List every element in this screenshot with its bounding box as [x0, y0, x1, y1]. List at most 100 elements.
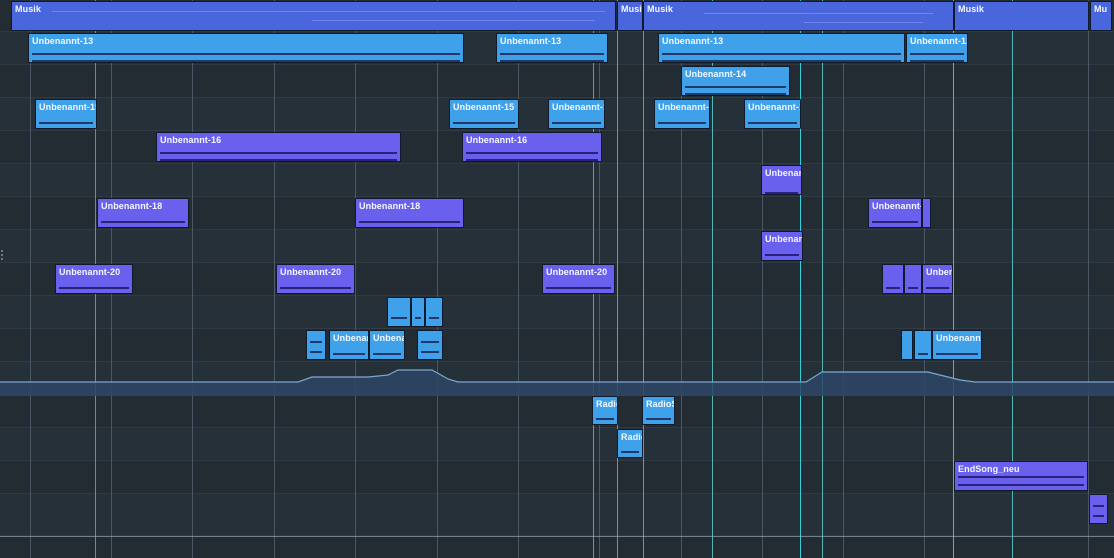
clip-unbenannt-16[interactable]: Unbenannt-16 [462, 132, 602, 162]
clip-label: Mu [1094, 4, 1108, 14]
marker-line-cyan [822, 0, 823, 558]
grid-line [355, 0, 356, 558]
clip-label: Unbenannt- [936, 333, 982, 343]
clip-track-22[interactable]: Unbenan [329, 330, 369, 360]
panel-resize-handle[interactable] [0, 248, 4, 268]
track-lane-14[interactable] [0, 65, 1114, 98]
clip-unbenannt-15[interactable]: Unbenannt-15 [449, 99, 519, 129]
grid-line [274, 0, 275, 558]
clip-unbenannt-15[interactable]: Unbenannt-15 [654, 99, 710, 129]
clip-label: Unbenannt-16 [160, 135, 222, 145]
clip-musik[interactable]: Musik [11, 1, 616, 31]
track-lane-21[interactable] [0, 296, 1114, 329]
clip-musik[interactable]: Mu [1090, 1, 1112, 31]
clip-label: Unbenannt-15 [658, 102, 709, 112]
clip-last[interactable] [1089, 494, 1108, 524]
clip-label: EndSong_neu [958, 464, 1020, 474]
grid-line [30, 0, 31, 558]
clip-musik[interactable]: Musik [954, 1, 1089, 31]
track-lane-radio-b[interactable] [0, 428, 1114, 461]
track-lane-17[interactable] [0, 164, 1114, 197]
clip-track-21[interactable] [425, 297, 443, 327]
clip-track-22[interactable] [417, 330, 443, 360]
clip-track-22[interactable]: Unbenar [369, 330, 405, 360]
clip-unbenannt-13[interactable]: Unbenannt-13 [496, 33, 608, 63]
clip-track-22[interactable] [306, 330, 326, 360]
clip-label: Unbenannt-15 [552, 102, 604, 112]
track-lane-last[interactable] [0, 494, 1114, 536]
clip-label: Unbenannt-15 [748, 102, 800, 112]
clip-unbenannt-20[interactable] [904, 264, 922, 294]
clip-unbenannt-14[interactable]: Unbenannt-14 [681, 66, 790, 96]
clip-track-21[interactable] [387, 297, 411, 327]
clip-unbenannt-17[interactable]: Unbenann [761, 165, 802, 195]
clip-label: Unbenar [373, 333, 404, 343]
marker-line-orange [643, 0, 644, 558]
clip-unbenannt-13[interactable]: Unbenannt-13 [658, 33, 905, 63]
clip-label: Radio [621, 432, 642, 442]
clip-track-22[interactable]: Unbenannt- [932, 330, 982, 360]
clip-unbenannt-15[interactable]: Unbenannt-15 [548, 99, 605, 129]
clip-label: Musik [15, 4, 42, 14]
clip-unbenannt-19[interactable]: Unbenann [761, 231, 803, 261]
marker-line-cyan [800, 0, 801, 558]
clip-unbenannt-13[interactable]: Unbenannt-13 [906, 33, 968, 63]
clip-label: Unbenann [765, 234, 802, 244]
clip-label: Unbenannt-15 [39, 102, 97, 112]
clip-label: Radio [596, 399, 617, 409]
clip-label: Unbenannt-20 [59, 267, 121, 277]
clip-unbenannt-18[interactable]: Unbenannt-18 [97, 198, 189, 228]
clip-track-22[interactable] [914, 330, 932, 360]
clip-label: Unbenannt-16 [466, 135, 528, 145]
clip-unbenannt-20[interactable]: Unbenannt-20 [276, 264, 355, 294]
clip-label: Unbenannt-18 [101, 201, 163, 211]
track-lane-19[interactable] [0, 230, 1114, 263]
clip-label: Unbenannt-18 [359, 201, 421, 211]
clip-endsong[interactable]: EndSong_neu [954, 461, 1088, 491]
bottom-divider [0, 536, 1114, 537]
clip-label: Unbenannt-18 [872, 201, 921, 211]
clip-label: Musik [647, 4, 674, 14]
grid-line [843, 0, 844, 558]
clip-unbenannt-20[interactable]: Unbenannt-20 [542, 264, 615, 294]
grid-line [192, 0, 193, 558]
clip-label: Unbenannt-13 [910, 36, 968, 46]
clip-unbenannt-15[interactable]: Unbenannt-15 [744, 99, 801, 129]
clip-label: Unbenannt-13 [662, 36, 724, 46]
clip-label: RadioS [646, 399, 675, 409]
clip-unbenannt-18[interactable]: Unbenannt-18 [868, 198, 922, 228]
clip-label: Unbenannt-20 [546, 267, 608, 277]
clip-label: Unbenannt-13 [500, 36, 562, 46]
arrangement-window: Musik Musik Musik Musik Mu Unbenannt-13 … [0, 0, 1114, 558]
clip-label: Unbenan [333, 333, 369, 343]
clip-radio[interactable]: RadioS [642, 396, 675, 425]
clip-unbenannt-13[interactable]: Unbenannt-13 [28, 33, 464, 63]
grid-line [518, 0, 519, 558]
clip-unbenannt-20[interactable]: Unbenannt-20 [55, 264, 133, 294]
automation-curve[interactable] [0, 364, 1114, 396]
clip-track-22[interactable] [901, 330, 913, 360]
clip-label: Unbena [926, 267, 952, 277]
clip-unbenannt-18[interactable]: Unbenannt-18 [355, 198, 464, 228]
clip-unbenannt-16[interactable]: Unbenannt-16 [156, 132, 401, 162]
clip-label: Unbenann [765, 168, 801, 178]
clip-radio[interactable]: Radio [617, 429, 643, 458]
clip-label: Musik [958, 4, 985, 14]
clip-label: Musik [621, 4, 642, 14]
clip-unbenannt-18[interactable] [922, 198, 931, 228]
clip-label: Unbenannt-20 [280, 267, 342, 277]
grid-line [1088, 0, 1089, 558]
clip-label: Unbenannt-13 [32, 36, 94, 46]
clip-musik[interactable]: Musik [643, 1, 954, 31]
clip-unbenannt-20[interactable]: Unbena [922, 264, 953, 294]
clip-musik[interactable]: Musik [617, 1, 643, 31]
grid-line [437, 0, 438, 558]
clip-radio[interactable]: Radio [592, 396, 618, 425]
clip-unbenannt-15[interactable]: Unbenannt-15 [35, 99, 97, 129]
clip-unbenannt-20[interactable] [882, 264, 904, 294]
track-lane-endsong[interactable] [0, 461, 1114, 494]
clip-track-21[interactable] [411, 297, 425, 327]
marker-line-orange [617, 0, 618, 558]
track-lane-radio-a[interactable] [0, 395, 1114, 428]
clip-label: Unbenannt-15 [453, 102, 515, 112]
